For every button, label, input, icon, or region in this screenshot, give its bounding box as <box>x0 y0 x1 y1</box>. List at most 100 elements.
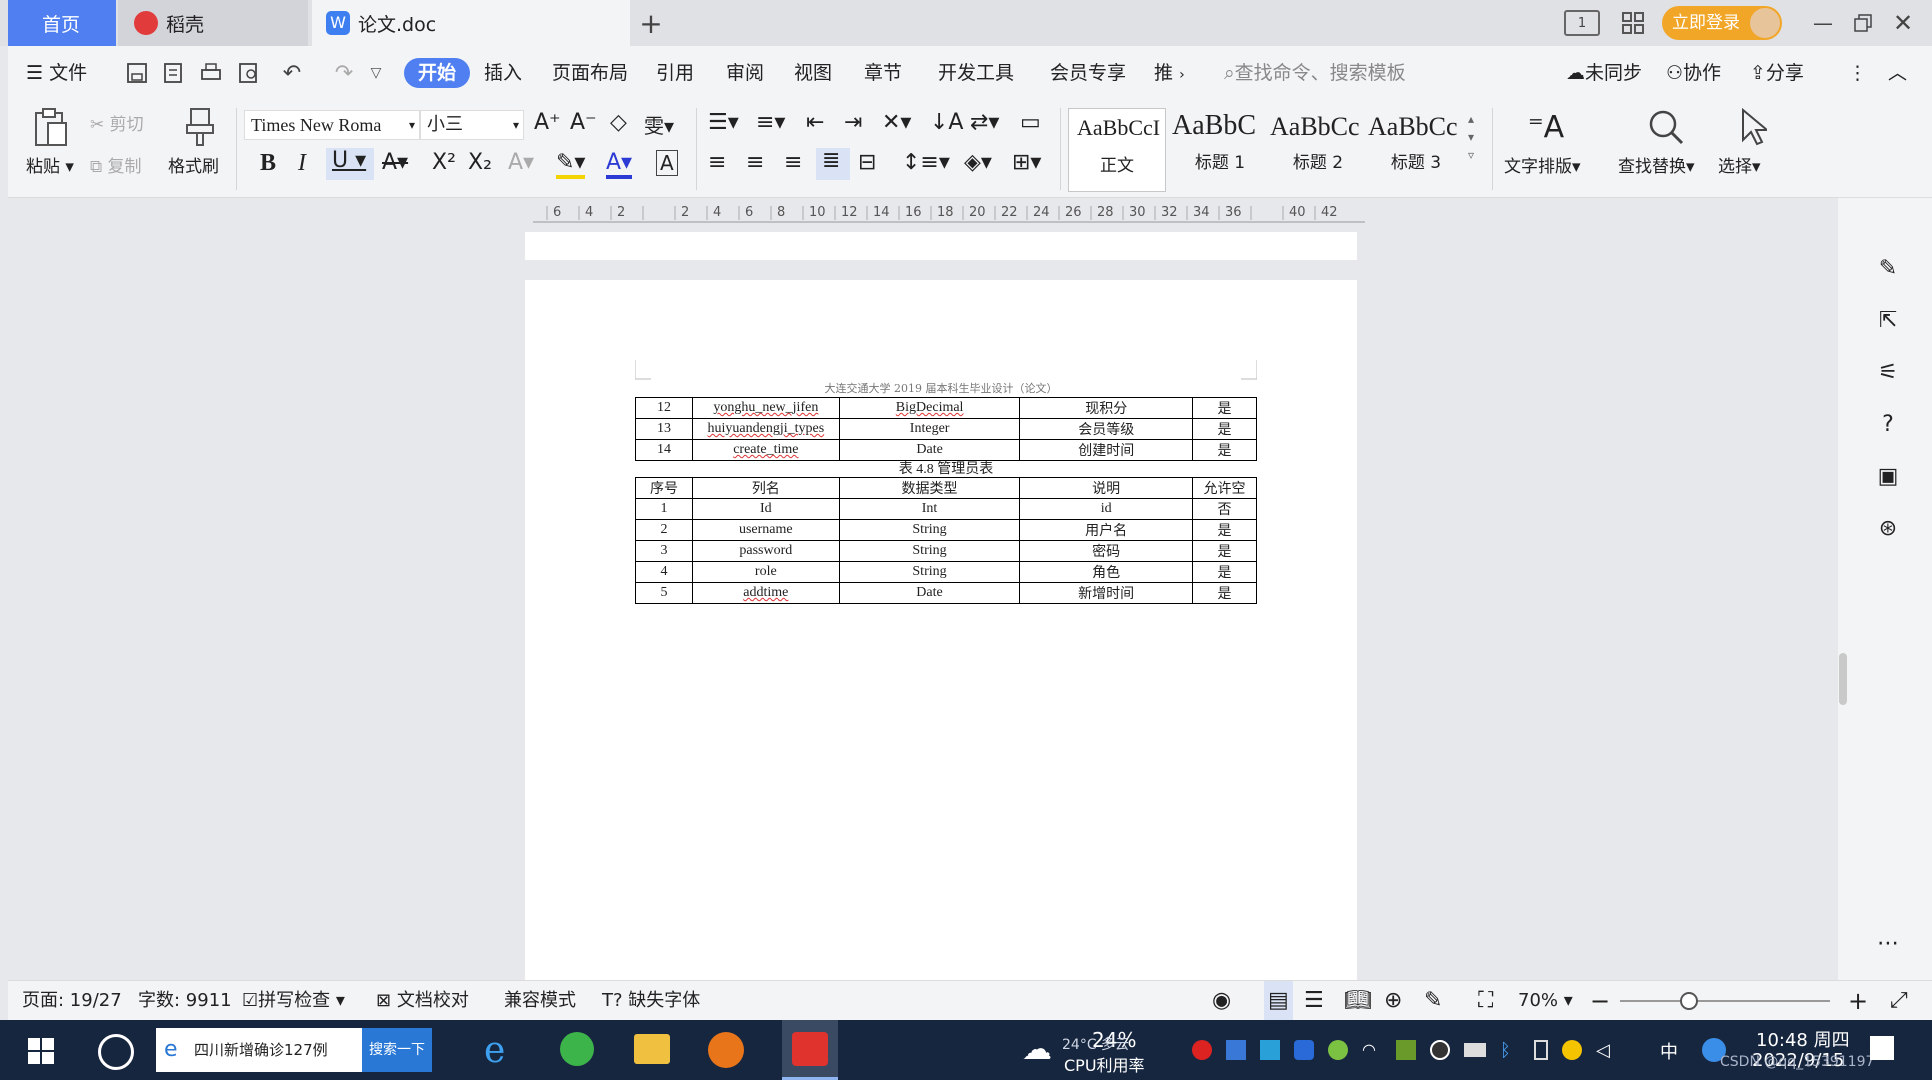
superscript-button[interactable]: X² <box>432 150 456 175</box>
tab-page-layout[interactable]: 页面布局 <box>552 46 628 100</box>
tab-more[interactable]: 推 › <box>1154 46 1185 100</box>
align-left-button[interactable]: ≡ <box>708 150 726 175</box>
compass-icon[interactable]: ⊛ <box>1870 510 1906 546</box>
windows-start-icon[interactable] <box>28 1038 54 1064</box>
bold-button[interactable]: B <box>260 150 276 177</box>
nvidia-icon[interactable] <box>1396 1040 1416 1060</box>
shield-icon[interactable] <box>1294 1040 1314 1060</box>
char-border-button[interactable]: A <box>656 150 678 176</box>
vertical-scrollbar[interactable] <box>1838 198 1848 980</box>
style-normal[interactable]: AaBbCcI 正文 <box>1068 108 1166 192</box>
strikethrough-button[interactable]: A▾ <box>382 150 408 175</box>
eye-protection-icon[interactable]: ◉ <box>1212 981 1231 1021</box>
spell-check-button[interactable]: ☑拼写检查 ▾ <box>242 981 345 1021</box>
command-search[interactable]: ⌕查找命令、搜索模板 <box>1224 46 1406 100</box>
file-explorer-icon[interactable] <box>634 1034 670 1064</box>
internet-explorer-icon[interactable]: e <box>484 1030 505 1071</box>
print-icon[interactable] <box>198 60 224 86</box>
sync-button[interactable]: ☁未同步 <box>1566 46 1642 100</box>
tab-home[interactable]: 首页 <box>8 0 116 46</box>
new-tab-button[interactable]: + <box>636 7 666 40</box>
zoom-in-button[interactable]: + <box>1848 981 1868 1021</box>
help-icon[interactable]: ? <box>1870 406 1906 442</box>
text-layout-icon[interactable]: ⁼A <box>1524 106 1568 148</box>
reading-view-icon[interactable]: 📖︎ <box>1344 981 1372 1021</box>
app-launcher-icon[interactable] <box>98 1034 134 1070</box>
underline-button[interactable]: U ▾ <box>326 148 374 180</box>
word-count[interactable]: 字数: 9911 <box>138 981 232 1021</box>
horizontal-ruler[interactable]: 6 4 2 2 4 6 8 10 12 14 16 18 20 22 24 26 28 30 32 34 36 40 42 <box>8 198 1848 232</box>
scrollbar-thumb[interactable] <box>1839 653 1847 705</box>
export-pdf-icon[interactable] <box>160 60 186 86</box>
more-options-icon[interactable]: ⋮ <box>1848 46 1867 100</box>
phonetic-guide-button[interactable]: 雯▾ <box>644 110 674 139</box>
collapse-ribbon-icon[interactable]: ︿ <box>1888 46 1907 100</box>
wifi-icon[interactable]: ◠ <box>1362 1040 1382 1060</box>
web-view-icon[interactable]: ⊕ <box>1384 981 1402 1021</box>
tab-daoke[interactable]: 稻壳 <box>118 0 308 46</box>
save-icon[interactable] <box>124 60 150 86</box>
close-icon[interactable]: ✕ <box>1890 9 1916 37</box>
undo-icon[interactable]: ↶ <box>274 60 310 86</box>
font-name-select[interactable]: Times New Roma ▾ <box>244 110 420 140</box>
zoom-select[interactable]: 70% ▾ <box>1518 981 1573 1021</box>
increase-indent-button[interactable]: ⇥ <box>844 110 862 135</box>
text-effect-button[interactable]: A▾ <box>508 150 534 175</box>
browser-360-icon[interactable] <box>560 1032 594 1066</box>
paragraph-direction-button[interactable]: ⇄▾ <box>970 110 999 135</box>
format-painter-icon[interactable] <box>180 106 220 148</box>
quick-access-dropdown-icon[interactable]: ▽ <box>366 60 386 86</box>
ime-indicator[interactable]: 中 <box>1660 1038 1678 1064</box>
borders-button[interactable]: ⊞▾ <box>1012 150 1041 175</box>
paste-button[interactable]: 粘贴 ▾ <box>26 152 74 177</box>
find-replace-button[interactable]: 查找替换▾ <box>1618 152 1695 177</box>
clear-format-icon[interactable]: ◇ <box>610 110 627 135</box>
align-center-button[interactable]: ≡ <box>746 150 764 175</box>
minimize-icon[interactable]: — <box>1810 10 1836 36</box>
notification-icon[interactable] <box>1870 1036 1894 1060</box>
tray-app-icon[interactable] <box>1226 1040 1246 1060</box>
outline-view-icon[interactable]: ☰ <box>1304 981 1324 1021</box>
tab-chapter[interactable]: 章节 <box>864 46 902 100</box>
tab-insert[interactable]: 插入 <box>484 46 522 100</box>
style-heading-2[interactable]: AaBbCc 标题 2 <box>1270 108 1366 192</box>
restore-icon[interactable] <box>1850 10 1876 36</box>
italic-button[interactable]: I <box>298 150 306 177</box>
styles-scroll-icon[interactable]: ▴ ▾ ▿ <box>1468 110 1474 164</box>
proofread-button[interactable]: ⊠ 文档校对 <box>376 981 469 1021</box>
wps-taskbar-button[interactable] <box>782 1020 838 1080</box>
taskbar-search-box[interactable]: e 四川新增确诊127例 <box>156 1028 362 1072</box>
pointer-icon[interactable]: ⇱ <box>1870 302 1906 338</box>
line-spacing-button[interactable]: ↕≡▾ <box>902 150 950 175</box>
paste-icon[interactable] <box>30 106 70 148</box>
missing-font-button[interactable]: T? 缺失字体 <box>602 981 700 1021</box>
show-marks-button[interactable]: ▭ <box>1020 110 1041 135</box>
apps-grid-icon[interactable] <box>1620 10 1646 36</box>
font-size-select[interactable]: 小三 ▾ <box>420 110 524 140</box>
shrink-font-button[interactable]: A⁻ <box>570 110 597 135</box>
text-layout-button[interactable]: 文字排版▾ <box>1504 152 1581 177</box>
style-heading-1[interactable]: AaBbC 标题 1 <box>1172 108 1268 192</box>
font-color-button[interactable]: A▾ <box>606 150 633 179</box>
settings-sliders-icon[interactable]: ⚟ <box>1870 354 1906 390</box>
usb-icon[interactable] <box>1534 1040 1548 1060</box>
tab-member[interactable]: 会员专享 <box>1050 46 1126 100</box>
print-preview-icon[interactable] <box>236 60 262 86</box>
redo-icon[interactable]: ↷ <box>326 60 362 86</box>
tab-developer[interactable]: 开发工具 <box>938 46 1014 100</box>
align-right-button[interactable]: ≡ <box>784 150 802 175</box>
document-page[interactable]: 大连交通大学 2019 届本科生毕业设计（论文） 12 yonghu_new_ji… <box>525 280 1357 980</box>
battery-icon[interactable] <box>1464 1043 1486 1057</box>
antivirus-icon[interactable] <box>1192 1040 1212 1060</box>
edit-pen-icon[interactable]: ✎ <box>1870 250 1906 286</box>
tab-review[interactable]: 审阅 <box>726 46 764 100</box>
image-tool-icon[interactable]: ▣ <box>1870 458 1906 494</box>
highlight-button[interactable]: ✎▾ <box>556 150 586 179</box>
page-view-icon[interactable]: ▤ <box>1264 981 1293 1021</box>
layout-icon[interactable]: 1 <box>1564 10 1600 36</box>
subscript-button[interactable]: X₂ <box>468 150 492 175</box>
cut-button[interactable]: ✂ 剪切 <box>90 110 144 135</box>
tray-360-icon[interactable] <box>1328 1040 1348 1060</box>
format-painter-button[interactable]: 格式刷 <box>168 152 219 177</box>
grow-font-button[interactable]: A⁺ <box>534 110 561 135</box>
